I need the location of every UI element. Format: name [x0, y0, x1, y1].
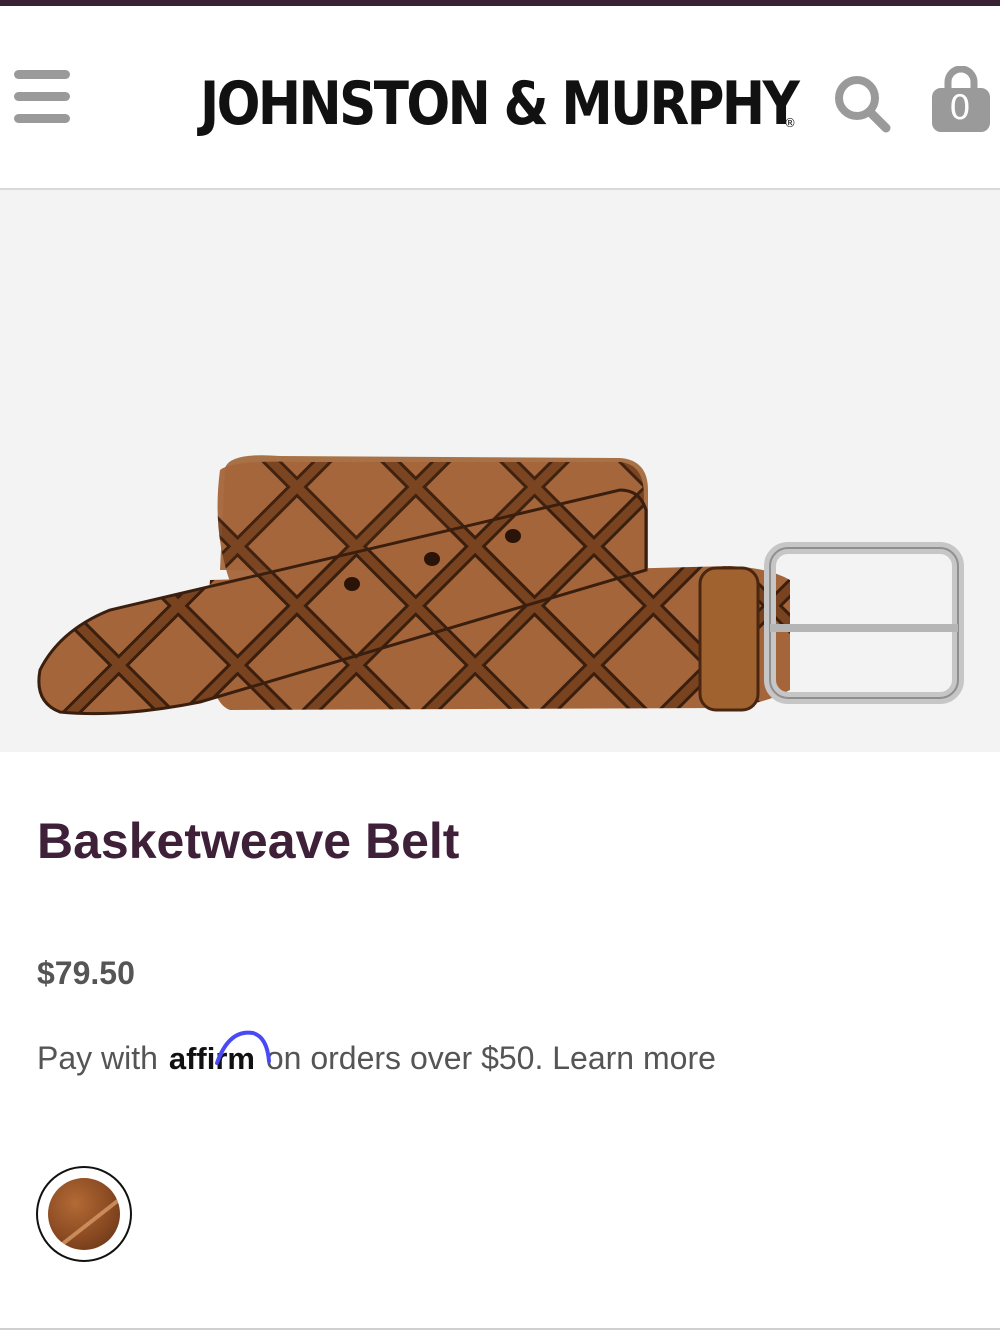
- menu-line: [14, 92, 70, 101]
- affirm-logo: affirm: [169, 1030, 271, 1081]
- product-price: $79.50: [37, 955, 135, 991]
- swatch-leather-image: [48, 1178, 120, 1250]
- product-image[interactable]: [0, 190, 1000, 752]
- affirm-suffix: on orders over $50.: [265, 1040, 544, 1076]
- hamburger-menu-icon[interactable]: [14, 70, 72, 124]
- cart-count-badge: 0: [949, 88, 971, 128]
- search-icon[interactable]: [830, 70, 896, 136]
- learn-more-link[interactable]: Learn more: [552, 1040, 716, 1076]
- site-header: JOHNSTON & MURPHY ® 0: [0, 6, 1000, 190]
- affirm-financing-message: Pay with affirm on orders over $50. Lear…: [37, 1030, 716, 1084]
- affirm-arc-icon: [214, 1030, 271, 1065]
- menu-line: [14, 70, 70, 79]
- brand-logo[interactable]: JOHNSTON & MURPHY: [200, 64, 800, 144]
- registered-mark: ®: [784, 116, 796, 130]
- affirm-prefix: Pay with: [37, 1040, 158, 1076]
- shopping-bag-icon[interactable]: 0: [928, 65, 994, 136]
- product-title: Basketweave Belt: [37, 813, 460, 869]
- menu-line: [14, 114, 70, 123]
- color-swatch-selected[interactable]: [36, 1166, 132, 1262]
